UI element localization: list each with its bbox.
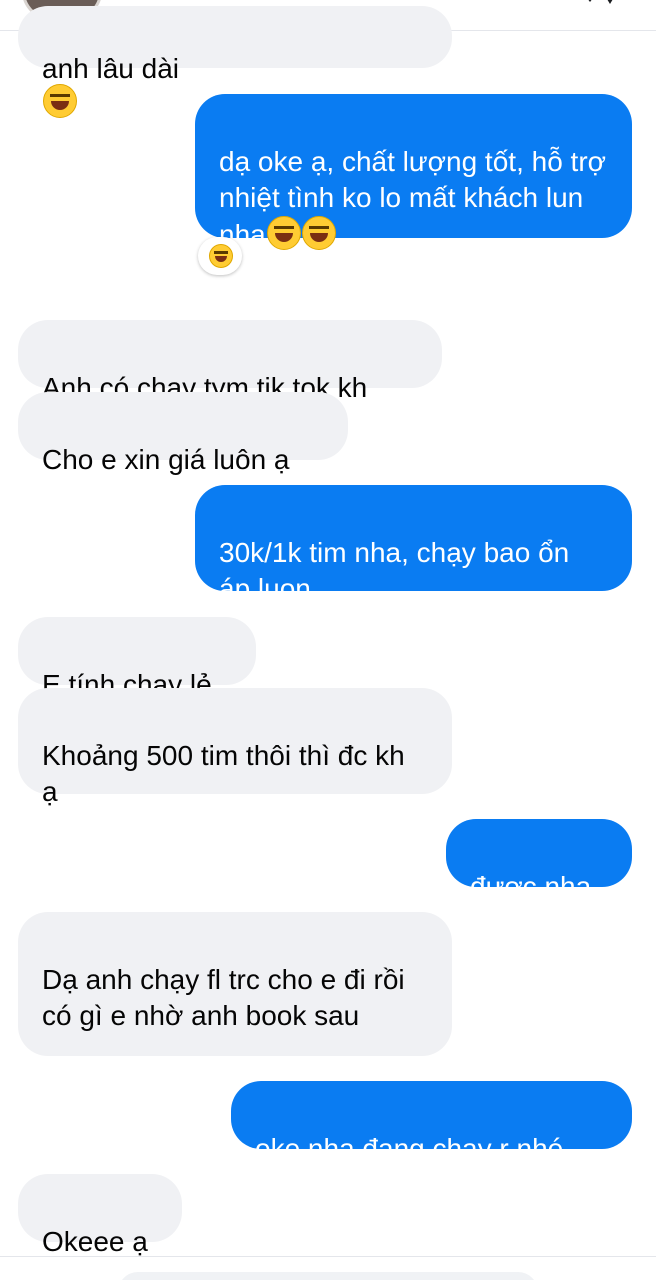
message-bubble-incoming[interactable]: E tính chạy lẻ	[18, 617, 256, 700]
message-text: 30k/1k tim nha, chạy bao ổn áp luon	[219, 537, 570, 604]
chat-screen: anh lâu dài dạ oke ạ, chất lượng tốt, hỗ…	[0, 0, 656, 1280]
message-reaction[interactable]	[198, 237, 242, 275]
laughing-face-icon	[208, 244, 233, 268]
message-bubble-outgoing[interactable]: được nha	[446, 819, 632, 902]
face-with-tears-of-joy-icon	[266, 216, 301, 250]
message-bubble-outgoing[interactable]: 30k/1k tim nha, chạy bao ổn áp luon	[195, 485, 632, 604]
message-bubble-incoming[interactable]: Dạ anh chạy fl trc cho e đi rồi có gì e …	[18, 912, 452, 1056]
call-icon[interactable]	[580, 0, 620, 8]
message-bubble-incoming[interactable]: Cho e xin giá luôn ạ	[18, 392, 348, 475]
message-bubble-incoming[interactable]: Khoảng 500 tim thôi thì đc kh ạ	[18, 688, 452, 807]
face-with-tears-of-joy-icon	[301, 216, 336, 250]
laughing-face-icon	[43, 84, 77, 118]
message-text: oke nha đang chạy r nhé	[255, 1133, 564, 1164]
message-text: Cho e xin giá luôn ạ	[42, 444, 290, 475]
message-text: được nha	[470, 871, 592, 902]
message-bubble-outgoing[interactable]: oke nha đang chạy r nhé	[231, 1081, 632, 1164]
message-text: Dạ anh chạy fl trc cho e đi rồi có gì e …	[42, 964, 405, 1031]
message-bubble-outgoing[interactable]: dạ oke ạ, chất lượng tốt, hỗ trợ nhiệt t…	[195, 94, 632, 250]
message-text: Okeee ạ	[42, 1226, 148, 1257]
message-bubble-incoming[interactable]: Anh có chạy tym tik tok kh	[18, 320, 442, 403]
message-bubble-incoming[interactable]: Okeee ạ	[18, 1174, 182, 1257]
message-input[interactable]	[118, 1272, 538, 1280]
message-text: Khoảng 500 tim thôi thì đc kh ạ	[42, 740, 405, 807]
message-bubble-incoming[interactable]: anh lâu dài	[18, 6, 452, 118]
message-text: anh lâu dài	[42, 53, 180, 84]
